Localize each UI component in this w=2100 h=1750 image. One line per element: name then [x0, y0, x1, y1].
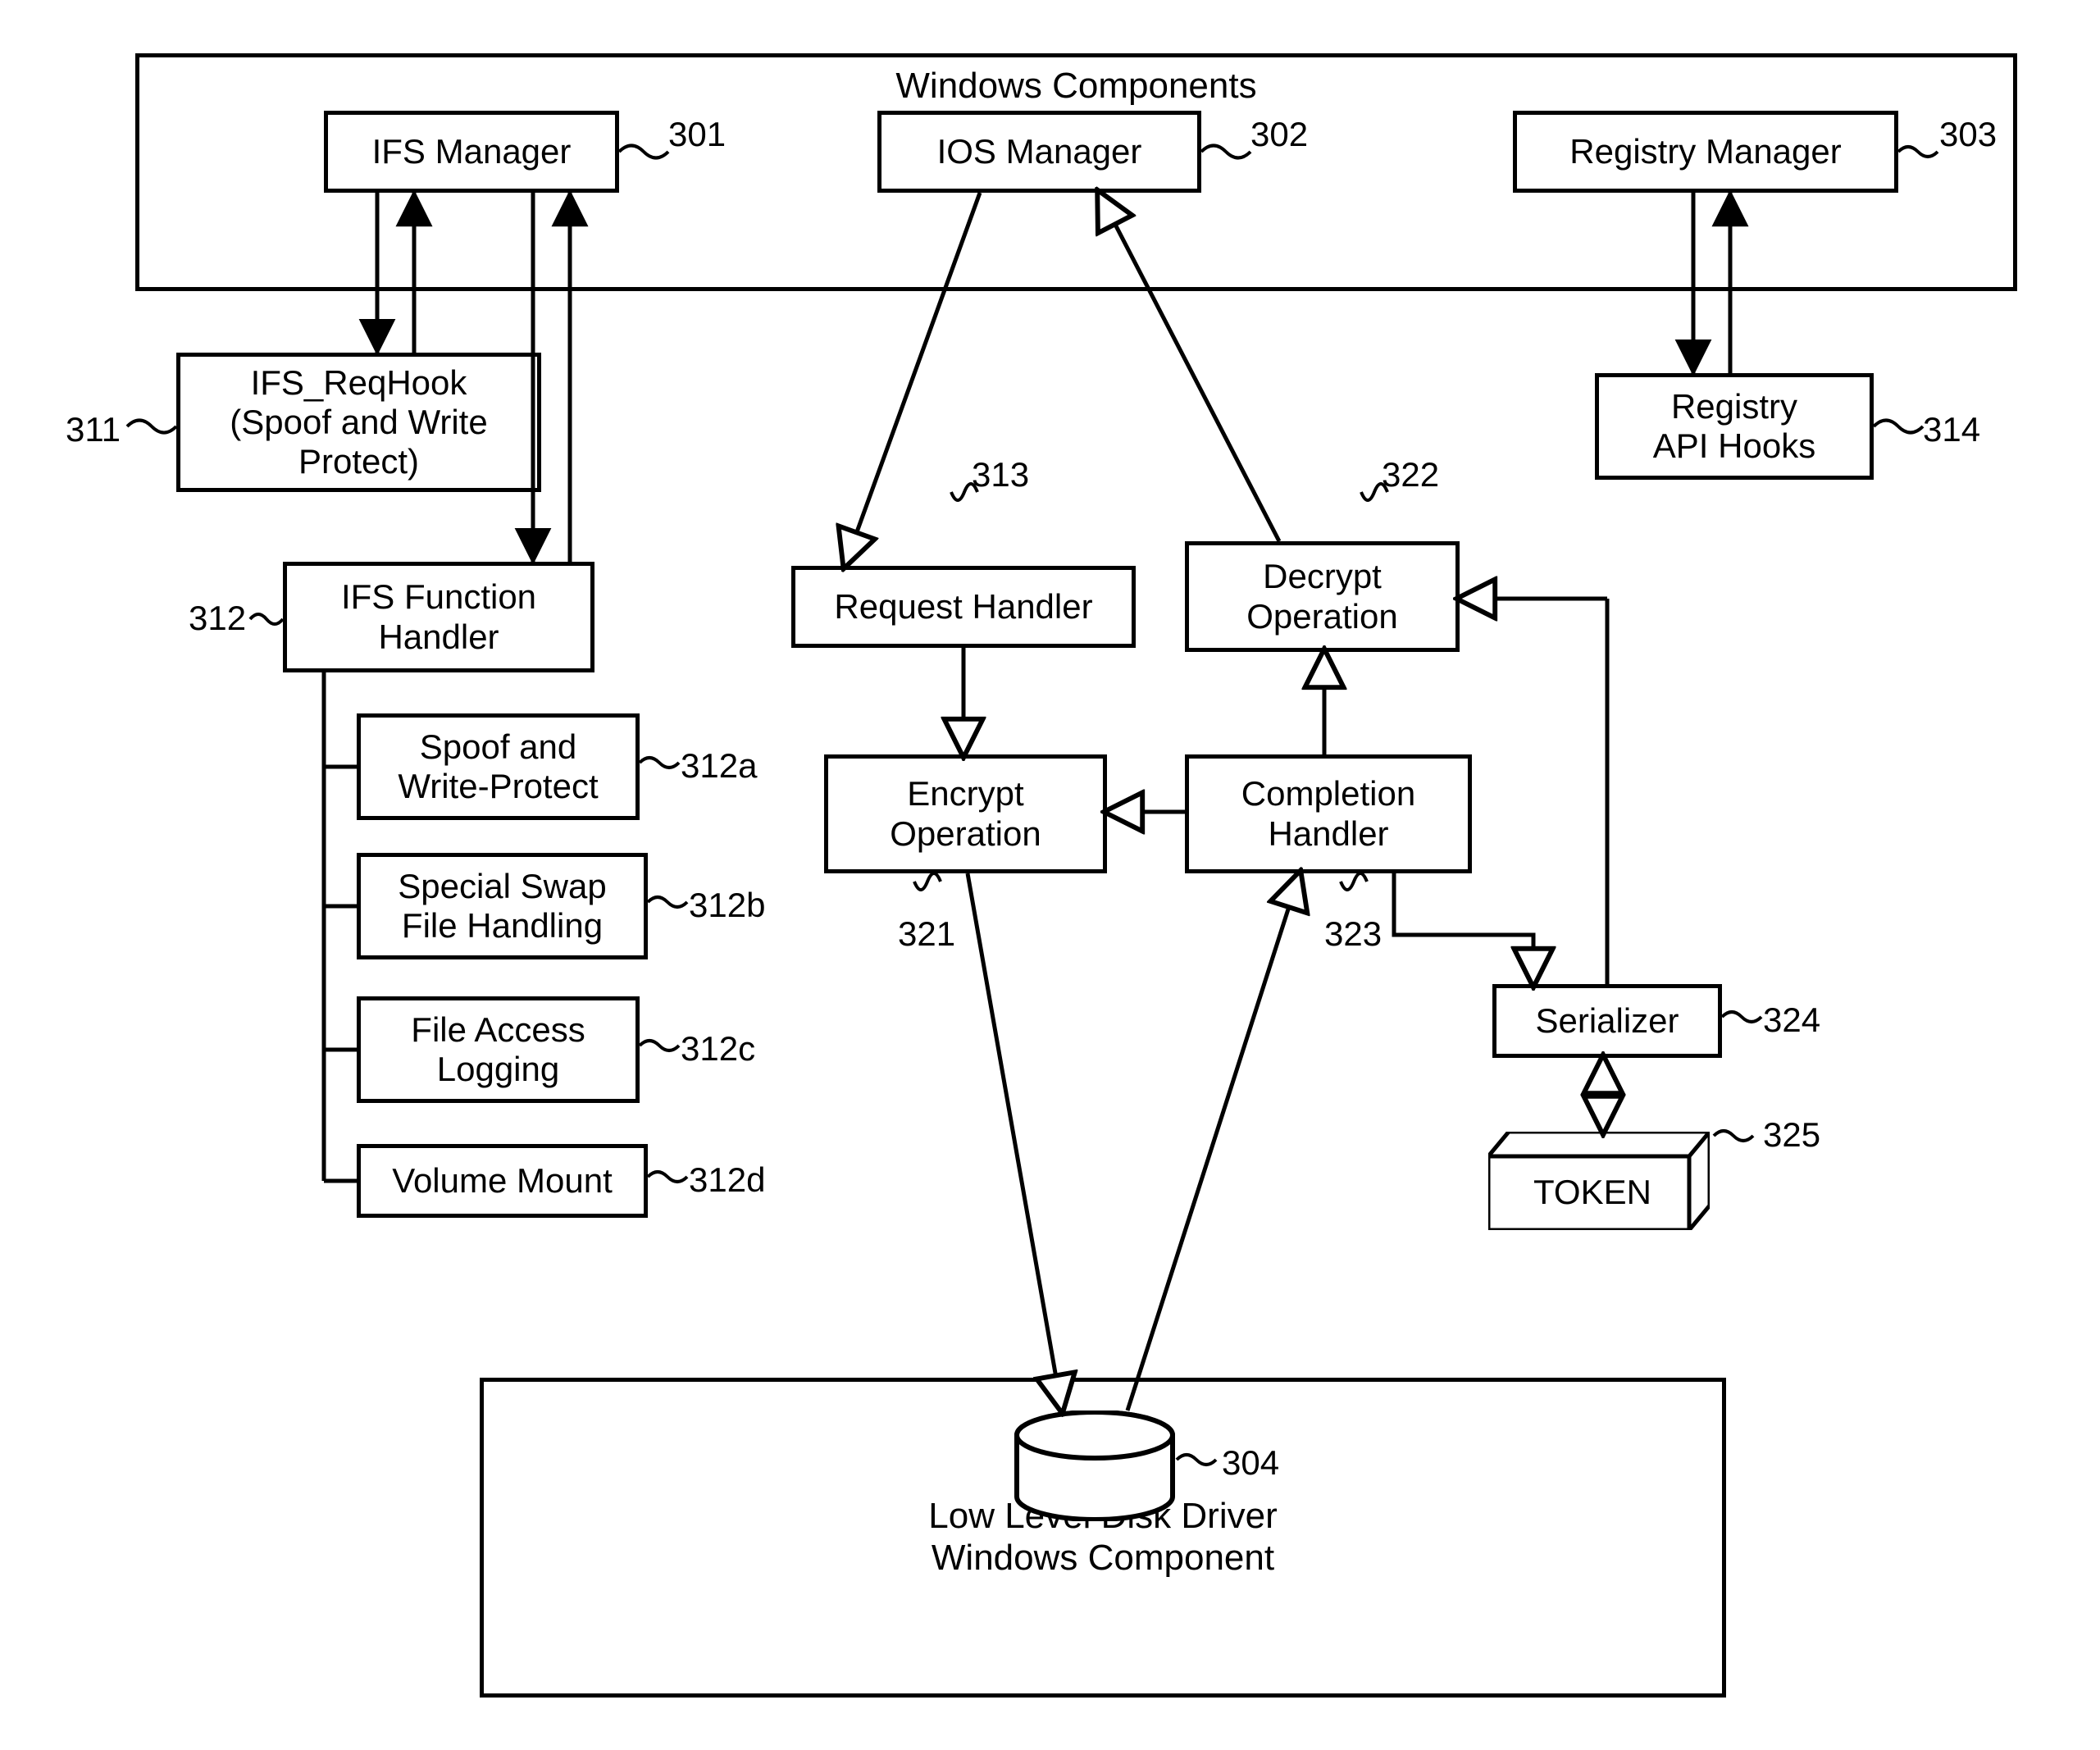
registry-api-hooks-box: Registry API Hooks — [1595, 373, 1874, 480]
file-access-logging-l1: File Access — [411, 1010, 585, 1050]
ifs-reqhook-l2: (Spoof and Write — [230, 403, 487, 442]
ref-312d: 312d — [689, 1160, 765, 1200]
encrypt-operation-l1: Encrypt — [907, 774, 1023, 813]
decrypt-operation-l1: Decrypt — [1263, 557, 1382, 596]
decrypt-operation-box: Decrypt Operation — [1185, 541, 1460, 652]
ref-323: 323 — [1324, 914, 1382, 954]
registry-manager-box: Registry Manager — [1513, 111, 1898, 193]
ref-313: 313 — [972, 455, 1029, 494]
registry-manager-label: Registry Manager — [1569, 132, 1841, 171]
registry-api-hooks-l1: Registry — [1671, 387, 1797, 426]
ifs-manager-box: IFS Manager — [324, 111, 619, 193]
file-access-logging-box: File Access Logging — [357, 996, 640, 1103]
encrypt-operation-l2: Operation — [890, 814, 1041, 854]
ref-312b: 312b — [689, 886, 765, 925]
ref-304: 304 — [1222, 1443, 1279, 1483]
spoof-write-protect-l2: Write-Protect — [398, 767, 598, 806]
ifs-reqhook-l1: IFS_ReqHook — [251, 363, 467, 403]
spoof-write-protect-box: Spoof and Write-Protect — [357, 713, 640, 820]
ref-302: 302 — [1250, 115, 1308, 154]
ref-324: 324 — [1763, 1000, 1820, 1040]
volume-mount-label: Volume Mount — [392, 1161, 613, 1201]
decrypt-operation-l2: Operation — [1246, 597, 1397, 636]
serializer-label: Serializer — [1535, 1001, 1679, 1041]
file-access-logging-l2: Logging — [437, 1050, 559, 1089]
request-handler-label: Request Handler — [834, 587, 1092, 627]
request-handler-box: Request Handler — [791, 566, 1136, 648]
completion-handler-l2: Handler — [1268, 814, 1388, 854]
ref-301: 301 — [668, 115, 726, 154]
ref-303: 303 — [1939, 115, 1997, 154]
ifs-function-handler-l2: Handler — [378, 618, 499, 657]
ref-312a: 312a — [681, 746, 757, 786]
spoof-write-protect-l1: Spoof and — [420, 727, 577, 767]
ifs-function-handler-box: IFS Function Handler — [283, 562, 594, 672]
completion-handler-box: Completion Handler — [1185, 754, 1472, 873]
special-swap-l2: File Handling — [402, 906, 603, 946]
token-label: TOKEN — [1533, 1173, 1651, 1212]
ref-312c: 312c — [681, 1029, 755, 1069]
serializer-box: Serializer — [1492, 984, 1722, 1058]
ref-311: 311 — [66, 410, 121, 449]
ref-322: 322 — [1382, 455, 1439, 494]
encrypt-operation-box: Encrypt Operation — [824, 754, 1107, 873]
diagram-canvas: Windows Components IFS Manager 301 IOS M… — [0, 0, 2100, 1750]
special-swap-box: Special Swap File Handling — [357, 853, 648, 959]
ifs-reqhook-box: IFS_ReqHook (Spoof and Write Protect) — [176, 353, 541, 492]
ios-manager-box: IOS Manager — [877, 111, 1201, 193]
ifs-manager-label: IFS Manager — [372, 132, 572, 171]
ref-325: 325 — [1763, 1115, 1820, 1155]
registry-api-hooks-l2: API Hooks — [1653, 426, 1815, 466]
disk-icon — [1013, 1410, 1177, 1521]
windows-components-title: Windows Components — [895, 66, 1256, 107]
ref-312: 312 — [189, 599, 246, 638]
volume-mount-box: Volume Mount — [357, 1144, 648, 1218]
special-swap-l1: Special Swap — [398, 867, 606, 906]
ios-manager-label: IOS Manager — [937, 132, 1142, 171]
completion-handler-l1: Completion — [1241, 774, 1415, 813]
ref-321: 321 — [898, 914, 955, 954]
token-box: TOKEN — [1488, 1132, 1710, 1230]
ifs-function-handler-l1: IFS Function — [341, 577, 536, 617]
ifs-reqhook-l3: Protect) — [298, 442, 419, 481]
low-level-disk-driver-l2: Windows Component — [499, 1538, 1707, 1579]
ref-314: 314 — [1923, 410, 1980, 449]
